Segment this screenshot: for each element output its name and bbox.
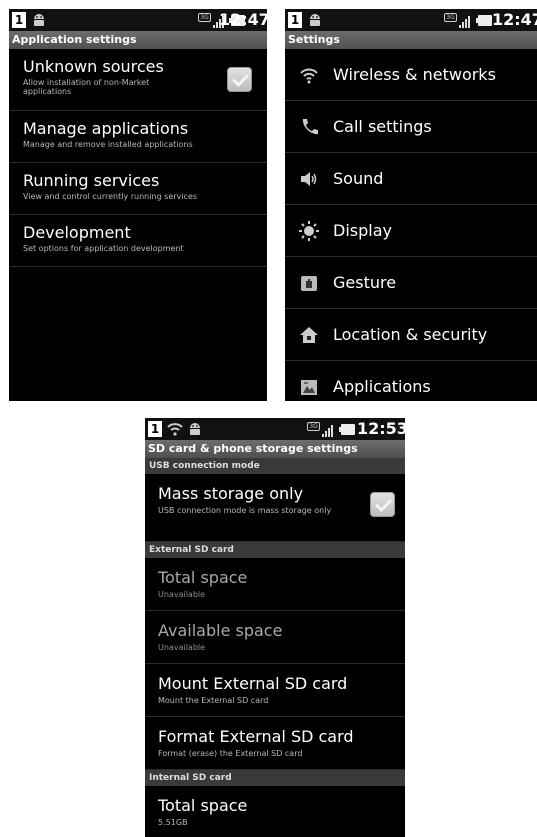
page-title: Application settings (9, 31, 267, 49)
section-header-external-sd: External SD card (145, 542, 405, 558)
item-title: Total space (158, 796, 248, 815)
phone-icon (302, 118, 318, 134)
brightness-icon (299, 220, 319, 241)
section-header-usb: USB connection mode (145, 458, 405, 474)
settings-item-sound[interactable]: Sound (285, 153, 537, 205)
item-label: Call settings (333, 117, 432, 136)
external-available-space-item: Available space Unavailable (145, 611, 405, 664)
running-services-item[interactable]: Running services View and control curren… (9, 163, 267, 215)
development-item[interactable]: Development Set options for application … (9, 215, 267, 267)
item-subtitle: 5.51GB (158, 818, 188, 827)
item-title: Available space (158, 621, 283, 640)
external-total-space-item: Total space Unavailable (145, 558, 405, 611)
item-subtitle: Set options for application development (23, 244, 184, 253)
item-subtitle: View and control currently running servi… (23, 192, 197, 201)
mass-storage-checkbox[interactable] (370, 492, 395, 517)
item-label: Sound (333, 169, 384, 188)
3g-icon: 3G (307, 422, 320, 431)
application-settings-screen: 1 3G 12:47 Application settings Unknown … (9, 9, 267, 401)
unknown-sources-item[interactable]: Unknown sources Allow installation of no… (9, 49, 267, 111)
item-label: Display (333, 221, 392, 240)
mount-external-sd-item[interactable]: Mount External SD card Mount the Externa… (145, 664, 405, 717)
status-time: 12:47 (219, 10, 267, 29)
settings-item-call[interactable]: Call settings (285, 101, 537, 153)
item-subtitle: Unavailable (158, 590, 206, 599)
wifi-icon (167, 423, 183, 436)
notification-icon[interactable]: 1 (288, 12, 302, 28)
status-time: 12:47 (492, 10, 537, 29)
android-icon (190, 423, 200, 435)
gesture-icon (301, 275, 317, 291)
3g-icon: 3G (444, 13, 457, 22)
item-title: Mount External SD card (158, 674, 348, 693)
item-subtitle: USB connection mode is mass storage only (158, 506, 332, 515)
battery-icon (476, 15, 492, 26)
item-subtitle: Allow installation of non-Market applica… (23, 78, 150, 96)
status-bar: 1 3G 12:53 (145, 418, 405, 440)
section-header-internal-sd: Internal SD card (145, 770, 405, 786)
android-icon (34, 14, 44, 26)
settings-menu: Wireless & networks Call settings Sound … (285, 49, 537, 401)
lock-house-icon (300, 326, 318, 343)
item-label: Location & security (333, 325, 488, 344)
status-bar: 1 3G 12:47 (9, 9, 267, 31)
settings-screen: 1 3G 12:47 Settings Wireless & networks … (285, 9, 537, 401)
signal-icon (322, 424, 336, 437)
status-bar: 1 3G 12:47 (285, 9, 537, 31)
item-subtitle: Format (erase) the External SD card (158, 749, 303, 758)
mass-storage-item[interactable]: Mass storage only USB connection mode is… (145, 474, 405, 542)
notification-icon[interactable]: 1 (12, 12, 26, 28)
settings-item-applications[interactable]: Applications (285, 361, 537, 401)
settings-item-location-security[interactable]: Location & security (285, 309, 537, 361)
settings-item-display[interactable]: Display (285, 205, 537, 257)
storage-settings-list: USB connection mode Mass storage only US… (145, 458, 405, 837)
item-label: Applications (333, 377, 431, 396)
page-title: SD card & phone storage settings (145, 440, 405, 458)
item-title: Unknown sources (23, 57, 164, 76)
item-subtitle: Manage and remove installed applications (23, 140, 193, 149)
item-title: Total space (158, 568, 248, 587)
internal-total-space-item: Total space 5.51GB (145, 786, 405, 837)
storage-settings-screen: 1 3G 12:53 SD card & phone storage setti… (145, 418, 405, 837)
item-title: Development (23, 223, 131, 242)
page-title: Settings (285, 31, 537, 49)
item-title: Running services (23, 171, 160, 190)
status-time: 12:53 (357, 419, 405, 438)
settings-item-wireless[interactable]: Wireless & networks (285, 49, 537, 101)
item-label: Wireless & networks (333, 65, 496, 84)
applications-icon (301, 379, 317, 395)
unknown-sources-checkbox[interactable] (227, 67, 252, 92)
signal-icon (459, 15, 473, 28)
item-subtitle: Unavailable (158, 643, 206, 652)
settings-item-gesture[interactable]: Gesture (285, 257, 537, 309)
wifi-icon (300, 68, 318, 83)
item-label: Gesture (333, 273, 397, 292)
item-title: Manage applications (23, 119, 189, 138)
item-title: Format External SD card (158, 727, 354, 746)
settings-list: Unknown sources Allow installation of no… (9, 49, 267, 267)
android-icon (310, 14, 320, 26)
manage-applications-item[interactable]: Manage applications Manage and remove in… (9, 111, 267, 163)
speaker-icon (301, 171, 317, 186)
item-title: Mass storage only (158, 484, 304, 503)
battery-icon (339, 424, 355, 435)
format-external-sd-item[interactable]: Format External SD card Format (erase) t… (145, 717, 405, 770)
notification-icon[interactable]: 1 (148, 421, 162, 437)
item-subtitle: Mount the External SD card (158, 696, 269, 705)
3g-icon: 3G (198, 13, 211, 22)
